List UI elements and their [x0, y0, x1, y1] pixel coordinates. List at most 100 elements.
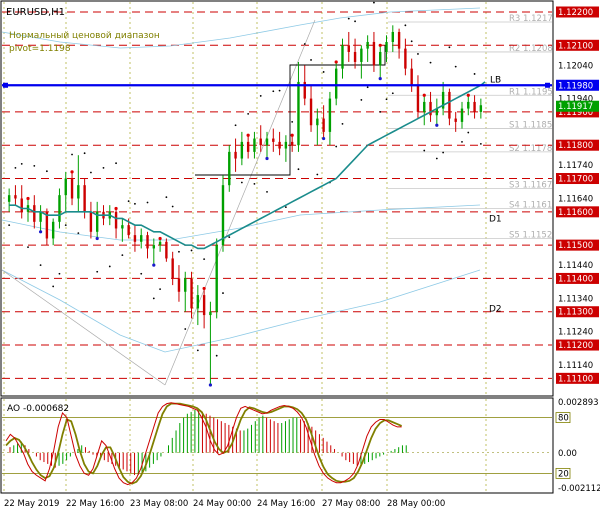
- candle-body: [259, 138, 262, 146]
- candle-body: [316, 118, 319, 126]
- fractal-down-marker: [322, 136, 326, 141]
- parabolic-sar-dot: [127, 200, 130, 203]
- candle-body: [7, 195, 11, 202]
- candle-body: [347, 45, 350, 52]
- parabolic-sar-dot: [385, 98, 388, 101]
- parabolic-sar-dot: [178, 250, 180, 253]
- oscillator-title: AO -0.000682: [7, 404, 69, 414]
- candle-body: [152, 245, 156, 249]
- price-tick-label: 1.12200: [558, 8, 593, 18]
- fractal-up-marker: [334, 60, 338, 64]
- price-tick-label: 1.11640: [558, 195, 593, 205]
- parabolic-sar-dot: [341, 122, 344, 125]
- price-tick-label: 1.11300: [558, 308, 593, 318]
- oscillator-panel[interactable]: [0, 397, 554, 494]
- price-tick-label: 1.11240: [558, 328, 593, 338]
- candle-body: [290, 141, 294, 146]
- parabolic-sar-dot: [159, 288, 161, 290]
- current-price-label: 1.11917: [558, 102, 593, 112]
- parabolic-sar-dot: [391, 92, 394, 95]
- candle-body: [127, 225, 130, 236]
- parabolic-sar-dot: [366, 86, 369, 89]
- candle-body: [353, 51, 357, 62]
- parabolic-sar-dot: [215, 354, 218, 357]
- parabolic-sar-dot: [108, 265, 111, 268]
- parabolic-sar-dot: [203, 258, 206, 261]
- fractal-up-marker: [290, 133, 294, 137]
- candle-body: [410, 68, 413, 86]
- candle-body: [14, 195, 17, 199]
- parabolic-sar-dot: [322, 71, 325, 73]
- osc-tick-label: -0.002112: [558, 484, 600, 494]
- candle-body: [215, 245, 218, 312]
- parabolic-sar-dot: [196, 349, 199, 352]
- parabolic-sar-dot: [64, 224, 67, 227]
- parabolic-sar-dot: [429, 61, 432, 64]
- candle-body: [190, 278, 193, 309]
- parabolic-sar-dot: [423, 149, 426, 152]
- candle-body: [404, 48, 407, 69]
- parabolic-sar-dot: [272, 90, 275, 93]
- parabolic-sar-dot: [410, 40, 413, 43]
- candle-body: [234, 151, 237, 159]
- candle-body: [366, 41, 369, 49]
- candle-body: [58, 195, 61, 222]
- parabolic-sar-dot: [115, 162, 117, 165]
- price-tick-label: 1.11440: [558, 261, 593, 271]
- price-tick-label: 1.11800: [558, 141, 593, 151]
- pivot-level-label: S5 1.1152: [509, 230, 552, 240]
- candle-body: [416, 85, 420, 112]
- parabolic-sar-dot: [228, 236, 231, 239]
- parabolic-sar-dot: [240, 181, 243, 184]
- fractal-up-marker: [202, 286, 206, 291]
- parabolic-sar-dot: [27, 246, 29, 249]
- parabolic-sar-dot: [121, 254, 124, 257]
- price-tick-label: 1.11200: [558, 341, 593, 351]
- parabolic-sar-dot: [442, 151, 445, 154]
- parabolic-sar-dot: [303, 43, 306, 45]
- chart-canvas[interactable]: R3 1.1217R2 1.1208R1 1.1195S1 1.1185S2 1…: [0, 0, 600, 514]
- parabolic-sar-dot: [354, 20, 356, 23]
- candle-body: [372, 41, 376, 66]
- candle-body: [39, 211, 42, 222]
- pivot-handle-right: [545, 82, 550, 88]
- candle-body: [202, 295, 206, 316]
- candle-body: [133, 235, 137, 242]
- time-axis[interactable]: 22 May 2019 22 May 16:00 23 May 08:00 24 Ma…: [4, 499, 445, 509]
- fractal-up-marker: [158, 236, 162, 241]
- parabolic-sar-dot: [140, 272, 143, 275]
- candle-body: [309, 98, 313, 126]
- fractal-down-marker: [265, 156, 269, 161]
- fractal-down-marker: [435, 123, 439, 127]
- fractal-down-marker: [208, 383, 213, 387]
- level-annotation: D1: [489, 214, 502, 224]
- candle-body: [240, 141, 244, 159]
- candle-body: [171, 258, 174, 279]
- fractal-up-marker: [26, 196, 30, 201]
- candle-body: [322, 118, 325, 132]
- parabolic-sar-dot: [83, 152, 86, 155]
- candle-body: [89, 211, 93, 232]
- price-axis[interactable]: 1.122001.121001.120401.119801.119401.119…: [556, 6, 599, 384]
- candle-body: [221, 185, 225, 246]
- parabolic-sar-dot: [278, 89, 281, 92]
- candle-body: [460, 108, 464, 122]
- price-tick-label: 1.11100: [558, 374, 593, 384]
- price-tick-label: 1.12040: [558, 61, 593, 71]
- candle-body: [467, 101, 470, 109]
- time-tick-label: 22 May 16:00: [66, 499, 124, 509]
- price-tick-label: 1.11140: [558, 361, 593, 371]
- candle-body: [77, 185, 80, 199]
- pivot-level-label: S1 1.1185: [509, 121, 552, 131]
- parabolic-sar-dot: [58, 272, 61, 275]
- candle-body: [284, 141, 288, 149]
- pivot-level-label: S4 1.1161: [509, 200, 552, 210]
- time-tick-label: 22 May 2019: [4, 499, 59, 509]
- parabolic-sar-dot: [90, 171, 92, 174]
- parabolic-sar-dot: [165, 196, 168, 199]
- parabolic-sar-dot: [417, 53, 419, 55]
- trading-chart-window[interactable]: R3 1.1217 R2 1.1208 R1 1.1195 S1 1.1185 S2 1…: [0, 0, 600, 514]
- candle-body: [83, 185, 86, 212]
- candle-body: [454, 118, 457, 122]
- candle-body: [70, 178, 74, 199]
